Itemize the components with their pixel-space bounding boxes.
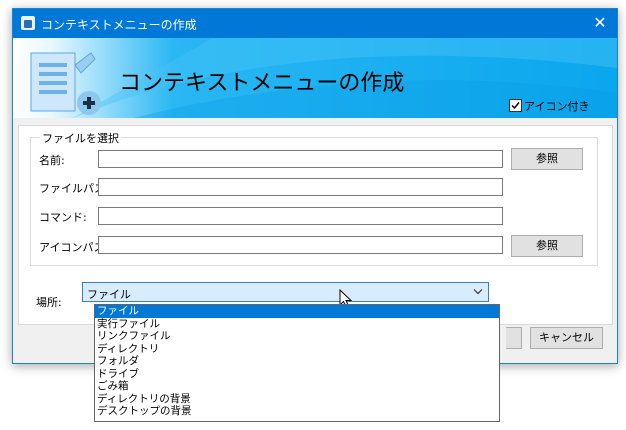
close-icon: ✕ (593, 13, 607, 32)
location-combobox[interactable]: ファイル (82, 282, 489, 302)
app-icon (21, 16, 35, 30)
location-option-recycle-bin[interactable]: ごみ箱 (95, 380, 499, 393)
location-option-link-file[interactable]: リンクファイル (95, 330, 499, 343)
location-option-directory[interactable]: ディレクトリ (95, 343, 499, 356)
file-select-group: ファイルを選択 名前: 参照 ファイルパス: コマンド: アイコンパス: 参照 (30, 130, 598, 266)
command-input[interactable] (98, 207, 503, 225)
location-option-executable[interactable]: 実行ファイル (95, 318, 499, 331)
location-option-desktop-background[interactable]: デスクトップの背景 (95, 405, 499, 418)
group-legend: ファイルを選択 (40, 130, 121, 146)
location-option-file[interactable]: ファイル (95, 305, 499, 318)
location-dropdown-list: ファイル 実行ファイル リンクファイル ディレクトリ フォルダ ドライブ ごみ箱… (94, 304, 500, 422)
document-add-icon (30, 52, 101, 115)
name-input[interactable] (98, 150, 503, 168)
location-label: 場所: (36, 296, 62, 309)
icon-attached-label: アイコン付き (524, 100, 590, 113)
chevron-down-icon (473, 289, 483, 295)
ok-button[interactable] (506, 327, 522, 349)
browse-button[interactable]: 参照 (511, 148, 583, 170)
location-option-directory-background[interactable]: ディレクトリの背景 (95, 393, 499, 406)
window-title: コンテキストメニューの作成 (41, 18, 197, 32)
checkmark-icon (511, 102, 520, 110)
close-button[interactable]: ✕ (589, 13, 611, 33)
checkbox-box[interactable] (509, 99, 522, 112)
file-path-input[interactable] (98, 178, 503, 196)
icon-attached-checkbox[interactable]: アイコン付き (509, 98, 589, 114)
icon-path-input[interactable] (98, 236, 503, 254)
browse-icon-button[interactable]: 参照 (511, 235, 583, 257)
title-bar[interactable]: コンテキストメニューの作成 ✕ (13, 9, 617, 38)
command-label: コマンド: (39, 211, 87, 224)
name-label: 名前: (39, 154, 65, 167)
location-option-folder[interactable]: フォルダ (95, 355, 499, 368)
header-banner: コンテキストメニューの作成 アイコン付き (13, 38, 617, 118)
location-option-drive[interactable]: ドライブ (95, 368, 499, 381)
banner-title: コンテキストメニューの作成 (119, 71, 405, 96)
cancel-button[interactable]: キャンセル (530, 327, 603, 349)
location-selected-value: ファイル (87, 288, 131, 301)
